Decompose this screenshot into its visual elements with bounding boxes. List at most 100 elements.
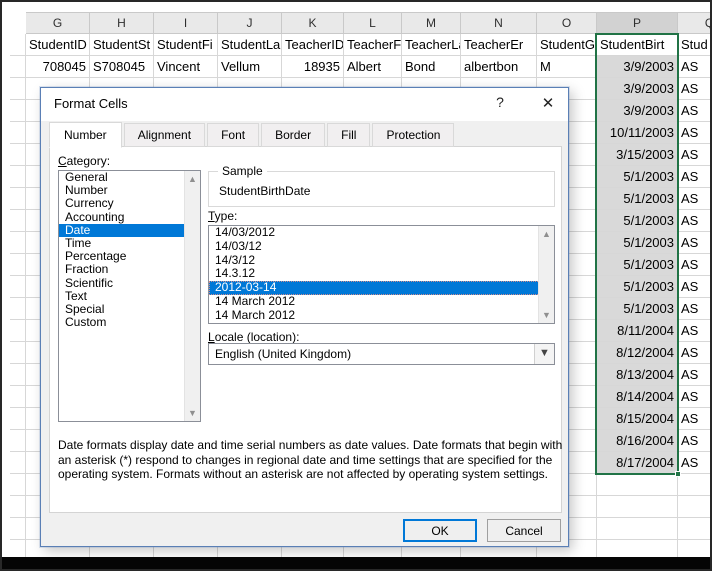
sheet-cell[interactable]	[10, 100, 26, 122]
category-item-scientific[interactable]: Scientific	[59, 276, 200, 290]
sheet-cell[interactable]: 3/9/2003	[597, 78, 678, 100]
sheet-cell[interactable]	[597, 518, 678, 540]
sheet-cell[interactable]	[10, 232, 26, 254]
sheet-cell[interactable]: TeacherEr	[461, 34, 537, 56]
sheet-cell[interactable]	[10, 254, 26, 276]
sheet-cell[interactable]: AS	[678, 56, 710, 78]
sheet-cell[interactable]: AS	[678, 342, 710, 364]
sheet-cell[interactable]: 5/1/2003	[597, 254, 678, 276]
sheet-cell[interactable]: TeacherFi	[344, 34, 402, 56]
sheet-cell[interactable]: 5/1/2003	[597, 232, 678, 254]
sheet-cell[interactable]	[10, 518, 26, 540]
column-header-L[interactable]: L	[344, 12, 402, 34]
help-icon[interactable]: ?	[487, 94, 513, 114]
sheet-cell[interactable]: AS	[678, 320, 710, 342]
type-item[interactable]: 14/03/2012	[209, 226, 554, 240]
sheet-cell[interactable]	[10, 210, 26, 232]
sheet-cell[interactable]: AS	[678, 430, 710, 452]
sheet-cell[interactable]	[10, 166, 26, 188]
column-header-K[interactable]: K	[282, 12, 344, 34]
sheet-cell[interactable]: AS	[678, 188, 710, 210]
tab-border[interactable]: Border	[261, 123, 326, 147]
cancel-button[interactable]: Cancel	[487, 519, 561, 542]
sheet-cell[interactable]: 5/1/2003	[597, 188, 678, 210]
tab-fill[interactable]: Fill	[327, 123, 371, 147]
sheet-cell[interactable]: StudentBirt	[597, 34, 678, 56]
sheet-cell[interactable]	[10, 408, 26, 430]
sheet-cell[interactable]	[678, 518, 710, 540]
locale-dropdown[interactable]: English (United Kingdom) ▼	[208, 343, 555, 365]
sheet-cell[interactable]: 5/1/2003	[597, 276, 678, 298]
scroll-down-icon[interactable]: ▼	[539, 308, 554, 322]
sheet-cell[interactable]: AS	[678, 122, 710, 144]
type-item[interactable]: 14 March 2012	[209, 294, 554, 309]
sheet-cell[interactable]: TeacherLa	[402, 34, 461, 56]
sheet-cell[interactable]: AS	[678, 364, 710, 386]
type-item[interactable]: 2012-03-14	[209, 280, 554, 295]
category-scrollbar[interactable]: ▲ ▼	[184, 171, 200, 421]
sheet-cell[interactable]: AS	[678, 210, 710, 232]
sheet-cell[interactable]	[10, 496, 26, 518]
sheet-cell[interactable]: AS	[678, 144, 710, 166]
sheet-cell[interactable]: StudentGe	[537, 34, 597, 56]
sheet-cell[interactable]: AS	[678, 166, 710, 188]
sheet-cell[interactable]: S708045	[90, 56, 154, 78]
sheet-cell[interactable]: Albert	[344, 56, 402, 78]
sheet-cell[interactable]: 10/11/2003	[597, 122, 678, 144]
sheet-cell[interactable]: AS	[678, 254, 710, 276]
sheet-cell[interactable]	[678, 496, 710, 518]
sheet-cell[interactable]: AS	[678, 232, 710, 254]
sheet-cell[interactable]: StudentID	[26, 34, 90, 56]
scroll-down-icon[interactable]: ▼	[185, 406, 200, 420]
sheet-cell[interactable]: 3/15/2003	[597, 144, 678, 166]
sheet-cell[interactable]: AS	[678, 298, 710, 320]
type-item[interactable]: 14/03/12	[209, 239, 554, 254]
sheet-cell[interactable]	[10, 56, 26, 78]
sheet-cell[interactable]	[10, 452, 26, 474]
sheet-cell[interactable]	[10, 320, 26, 342]
sheet-cell[interactable]: TeacherID	[282, 34, 344, 56]
sheet-cell[interactable]: 8/13/2004	[597, 364, 678, 386]
category-item-custom[interactable]: Custom	[59, 316, 200, 329]
sheet-cell[interactable]	[10, 144, 26, 166]
tab-protection[interactable]: Protection	[372, 123, 455, 147]
sheet-cell[interactable]: 8/16/2004	[597, 430, 678, 452]
sheet-cell[interactable]	[597, 474, 678, 496]
type-scrollbar[interactable]: ▲ ▼	[538, 226, 554, 323]
sheet-cell[interactable]	[10, 430, 26, 452]
sheet-cell[interactable]: AS	[678, 276, 710, 298]
sheet-cell[interactable]: 8/14/2004	[597, 386, 678, 408]
column-header-H[interactable]: H	[90, 12, 154, 34]
sheet-cell[interactable]	[10, 474, 26, 496]
tab-alignment[interactable]: Alignment	[123, 123, 206, 147]
sheet-cell[interactable]	[10, 298, 26, 320]
sheet-cell[interactable]: 5/1/2003	[597, 298, 678, 320]
sheet-cell[interactable]: albertbon	[461, 56, 537, 78]
column-header-N[interactable]: N	[461, 12, 537, 34]
sheet-cell[interactable]: 8/17/2004	[597, 452, 678, 474]
column-header-G[interactable]: G	[26, 12, 90, 34]
sheet-cell[interactable]: StudentLa	[218, 34, 282, 56]
sheet-cell[interactable]	[10, 386, 26, 408]
sheet-cell[interactable]	[10, 342, 26, 364]
sheet-cell[interactable]: Bond	[402, 56, 461, 78]
sheet-cell[interactable]	[10, 276, 26, 298]
sheet-cell[interactable]	[10, 364, 26, 386]
category-item-accounting[interactable]: Accounting	[59, 210, 200, 224]
sheet-cell[interactable]	[10, 122, 26, 144]
sheet-cell[interactable]: 18935	[282, 56, 344, 78]
type-item[interactable]: 14 March 2012	[209, 308, 554, 323]
category-item-fraction[interactable]: Fraction	[59, 263, 200, 276]
sheet-cell[interactable]: Vellum	[218, 56, 282, 78]
sheet-cell[interactable]: 8/12/2004	[597, 342, 678, 364]
column-header-J[interactable]: J	[218, 12, 282, 34]
category-listbox[interactable]: General Number Currency Accounting Date Time P…	[58, 170, 201, 422]
sheet-cell[interactable]: 8/15/2004	[597, 408, 678, 430]
sheet-cell[interactable]: AS	[678, 78, 710, 100]
sheet-cell[interactable]	[678, 474, 710, 496]
sheet-cell[interactable]: M	[537, 56, 597, 78]
sheet-cell[interactable]: 3/9/2003	[597, 56, 678, 78]
sheet-cell[interactable]	[10, 78, 26, 100]
sheet-cell[interactable]: AS	[678, 386, 710, 408]
sheet-cell[interactable]: AS	[678, 452, 710, 474]
